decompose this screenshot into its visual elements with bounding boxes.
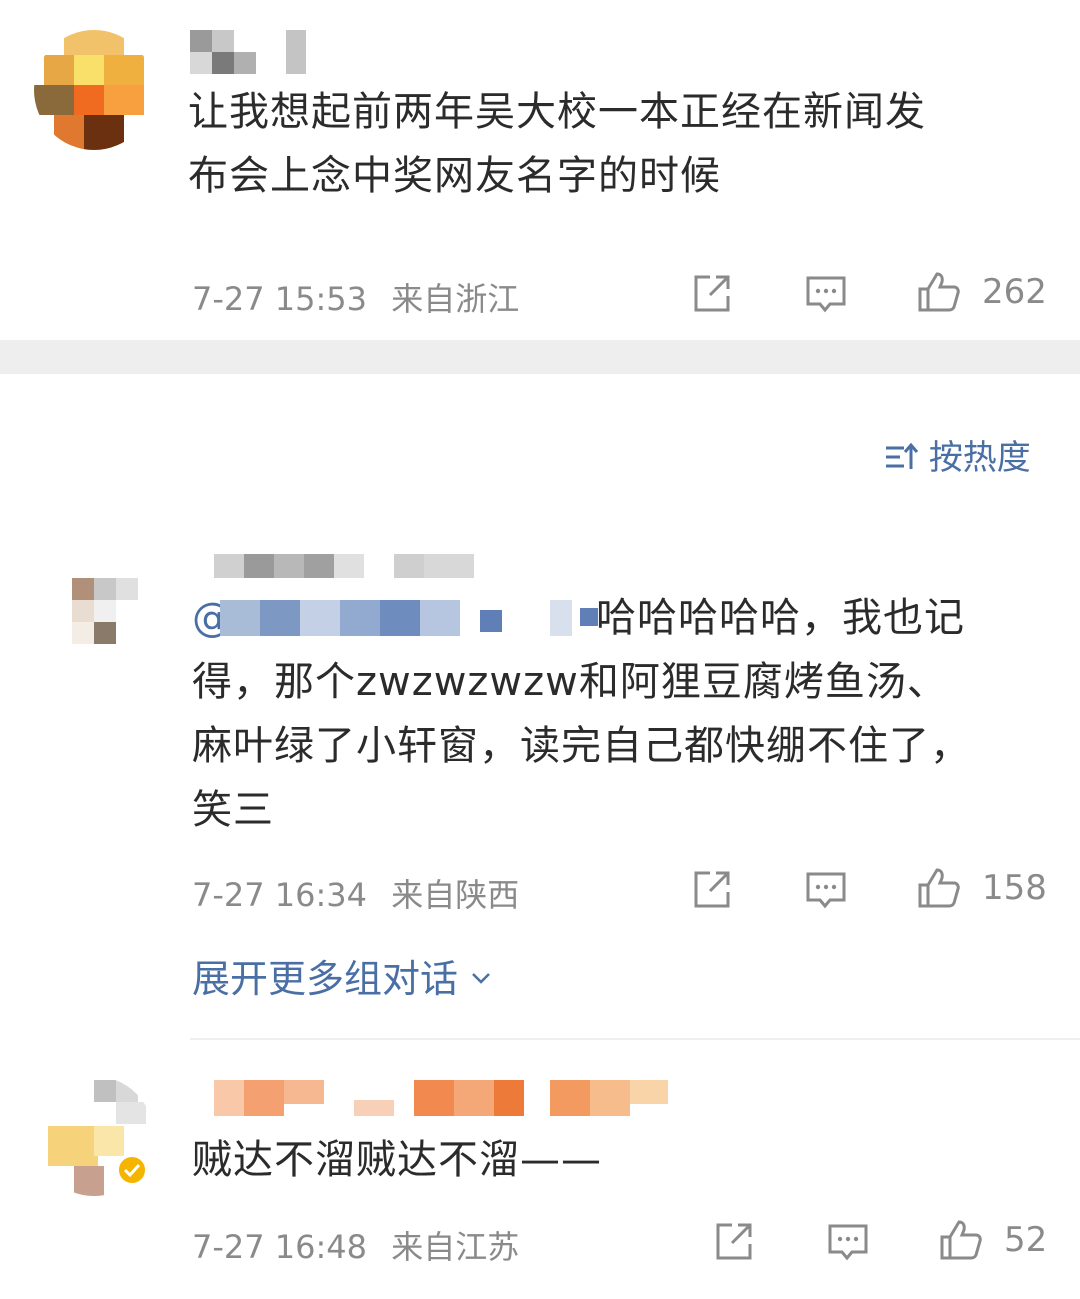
chevron-down-icon bbox=[472, 973, 490, 984]
comment-meta: 7-27 16:48 来自江苏 bbox=[192, 1222, 519, 1268]
post-meta: 7-27 15:53 来自浙江 bbox=[192, 274, 519, 320]
comment-text-line1: 哈哈哈哈哈，我也记 bbox=[596, 595, 965, 641]
comment-avatar[interactable] bbox=[34, 550, 154, 670]
comment-like-count: 158 bbox=[982, 868, 1047, 908]
thumbs-up-icon[interactable] bbox=[916, 270, 960, 314]
post-content-line1: 让我想起前两年吴大校一本正经在新闻发 bbox=[188, 89, 926, 135]
comment-divider bbox=[190, 1038, 1080, 1040]
comment-time: 7-27 16:48 bbox=[192, 1228, 368, 1266]
comment-text-line2: 得，那个zwzwzwzw和阿狸豆腐烤鱼汤、 bbox=[192, 659, 948, 705]
post-avatar[interactable] bbox=[34, 30, 154, 150]
mention-link[interactable] bbox=[220, 600, 600, 636]
thumbs-up-icon[interactable] bbox=[916, 866, 960, 910]
comment-icon[interactable] bbox=[804, 868, 848, 912]
share-icon[interactable] bbox=[690, 868, 734, 912]
post-content-line2: 布会上念中奖网友名字的时候 bbox=[188, 153, 721, 199]
expand-label: 展开更多组对话 bbox=[192, 957, 459, 1001]
post-time: 7-27 15:53 bbox=[192, 280, 368, 318]
expand-replies-link[interactable]: 展开更多组对话 bbox=[192, 948, 492, 1003]
comment-meta: 7-27 16:34 来自陕西 bbox=[192, 870, 519, 916]
comment-location: 来自江苏 bbox=[391, 1228, 520, 1266]
share-icon[interactable] bbox=[690, 272, 734, 316]
comment-icon[interactable] bbox=[804, 272, 848, 316]
comment-content: @ 哈哈哈哈哈，我也记 得，那个zwzwzwzw和阿狸豆腐烤鱼汤、 麻叶绿了小轩… bbox=[192, 586, 1052, 842]
comment-like-count: 52 bbox=[1004, 1220, 1048, 1260]
verified-badge-icon bbox=[117, 1155, 147, 1185]
sort-toggle[interactable]: 按热度 bbox=[884, 430, 1031, 479]
post-content: 让我想起前两年吴大校一本正经在新闻发 布会上念中奖网友名字的时候 bbox=[188, 80, 1048, 208]
post-location: 来自浙江 bbox=[391, 280, 520, 318]
sort-icon bbox=[886, 442, 919, 469]
comment-location: 来自陕西 bbox=[391, 876, 520, 914]
comment-time: 7-27 16:34 bbox=[192, 876, 368, 914]
comment-content: 贼达不溜贼达不溜—— bbox=[192, 1137, 602, 1183]
comment-text-line4: 笑三 bbox=[192, 787, 274, 833]
sort-label: 按热度 bbox=[928, 438, 1031, 478]
post-username[interactable] bbox=[190, 30, 320, 76]
post-like-count: 262 bbox=[982, 272, 1047, 312]
share-icon[interactable] bbox=[712, 1220, 756, 1264]
comment-username[interactable] bbox=[214, 1080, 670, 1120]
comment-username[interactable] bbox=[214, 554, 476, 578]
section-divider bbox=[0, 340, 1080, 374]
comment-text-line3: 麻叶绿了小轩窗，读完自己都快绷不住了， bbox=[192, 723, 971, 769]
comment-icon[interactable] bbox=[826, 1220, 870, 1264]
thumbs-up-icon[interactable] bbox=[938, 1218, 982, 1262]
